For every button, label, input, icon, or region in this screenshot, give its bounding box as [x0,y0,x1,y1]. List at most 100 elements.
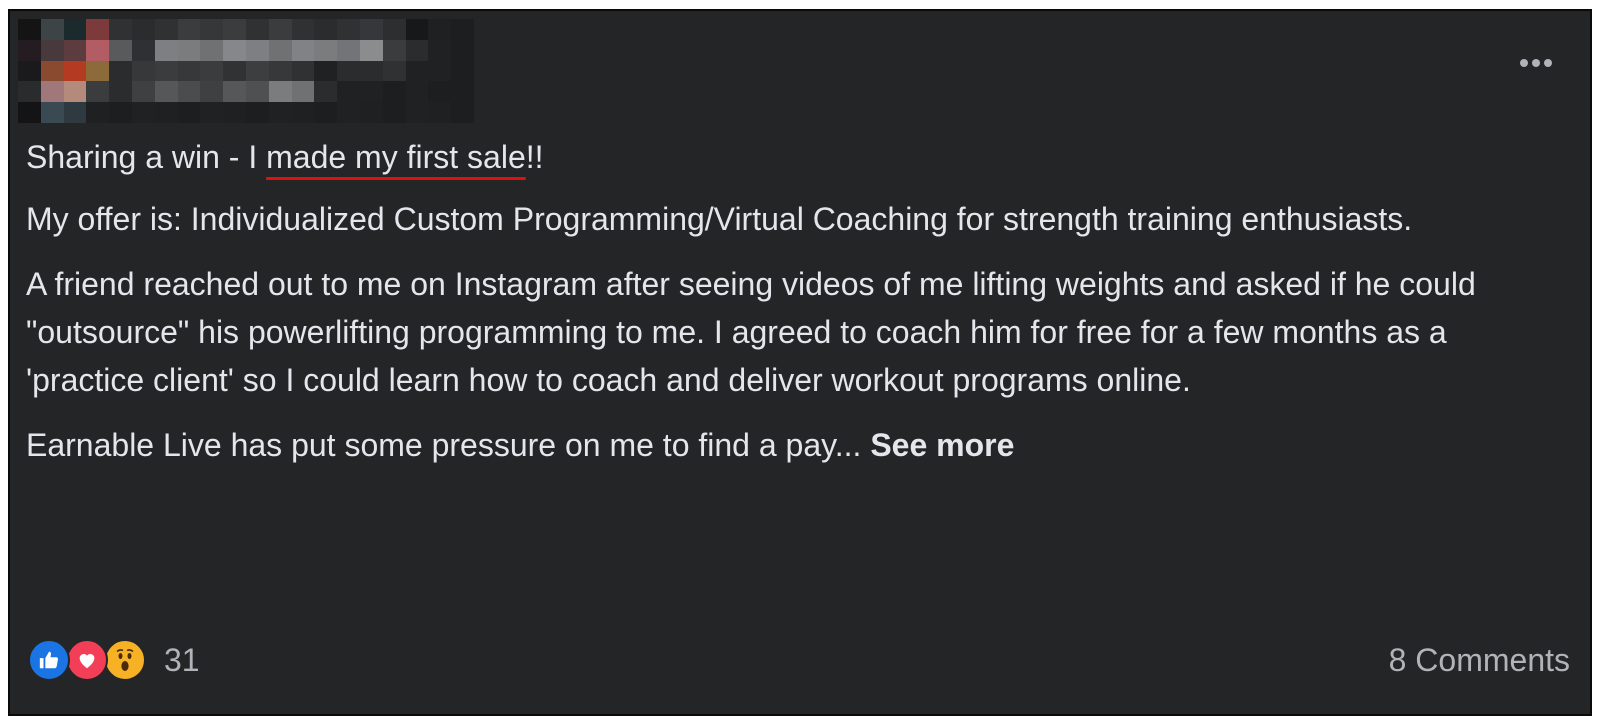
pixel-block [40,19,64,40]
pixel-block [18,102,41,123]
post-card: Sharing a win - I made my first sale!! M… [8,9,1592,716]
like-icon [28,639,70,681]
pixel-block [405,102,429,123]
pixel-block [291,19,315,40]
post-headline: Sharing a win - I made my first sale!! [26,139,544,175]
pixel-block [359,60,383,82]
post-paragraph: A friend reached out to me on Instagram … [26,266,1476,398]
pixel-block [314,60,338,82]
pixel-block [131,39,155,61]
pixel-block [405,39,429,61]
pixel-block [428,81,452,103]
pixel-block [291,39,315,61]
pixel-block [63,81,87,103]
pixel-block [291,102,315,123]
pixel-block [337,39,360,61]
pixel-block [245,60,269,82]
pixel-block [428,102,452,123]
more-options-button[interactable] [1512,49,1560,77]
pixel-block [86,39,110,61]
pixel-block [86,81,110,103]
comments-link[interactable]: 8 Comments [1389,642,1570,679]
pixel-block [177,39,201,61]
pixel-block [109,102,132,123]
pixel-block [337,19,360,40]
pixel-block [428,60,452,82]
pixel-block [63,19,87,40]
pixel-block [109,39,132,61]
pixel-block [131,60,155,82]
pixel-block [382,39,406,61]
pixel-block [428,19,452,40]
pixel-block [337,81,360,103]
pixel-block [131,102,155,123]
pixel-block [40,39,64,61]
pixel-block [245,39,269,61]
pixel-block [268,102,292,123]
pixel-block [200,19,224,40]
pixel-block [177,102,201,123]
pixel-block [200,81,224,103]
pixel-block [451,39,474,61]
pixel-block [86,60,110,82]
pixel-block [154,102,178,123]
wow-icon [104,639,146,681]
love-icon [66,639,108,681]
pixel-block [405,19,429,40]
highlighted-phrase: made my first sale [266,139,526,175]
pixel-block [359,39,383,61]
pixel-block [109,81,132,103]
pixel-block [200,39,224,61]
reactions-summary[interactable]: 31 [28,639,200,681]
pixel-block [382,81,406,103]
pixel-block [337,102,360,123]
pixel-block [382,19,406,40]
pixel-block [18,39,41,61]
pixel-block [109,19,132,40]
pixel-block [337,60,360,82]
pixel-block [223,19,246,40]
pixel-block [451,102,474,123]
see-more-link[interactable]: See more [870,427,1014,463]
pixel-block [291,60,315,82]
pixel-block [359,19,383,40]
post-body: Sharing a win - I made my first sale!! M… [26,133,1556,486]
post-footer: 31 8 Comments [28,637,1570,683]
pixel-block [131,19,155,40]
pixel-block [268,39,292,61]
pixel-block [223,102,246,123]
pixel-block [359,102,383,123]
pixel-block [314,81,338,103]
pixel-block [18,19,41,40]
pixel-block [382,60,406,82]
pixel-block [86,102,110,123]
pixel-block [359,81,383,103]
pixel-block [451,81,474,103]
pixel-block [18,60,41,82]
pixel-block [18,81,41,103]
reaction-count: 31 [164,641,200,678]
pixel-block [223,39,246,61]
pixel-block [268,81,292,103]
author-header-pixelated[interactable] [18,19,474,123]
pixel-block [291,81,315,103]
post-paragraph-truncated: Earnable Live has put some pressure on m… [26,427,1015,463]
ellipsis-horizontal-icon [1520,59,1528,67]
pixel-block [154,81,178,103]
pixel-block [314,102,338,123]
pixel-block [268,60,292,82]
pixel-block [177,60,201,82]
pixel-block [245,19,269,40]
pixel-block [200,102,224,123]
pixel-block [154,19,178,40]
pixel-block [405,60,429,82]
pixel-block [63,39,87,61]
pixel-block [405,81,429,103]
pixel-block [40,102,64,123]
pixel-block [223,81,246,103]
pixel-block [245,102,269,123]
pixel-block [109,60,132,82]
pixel-block [451,60,474,82]
pixel-block [200,60,224,82]
pixel-block [131,81,155,103]
